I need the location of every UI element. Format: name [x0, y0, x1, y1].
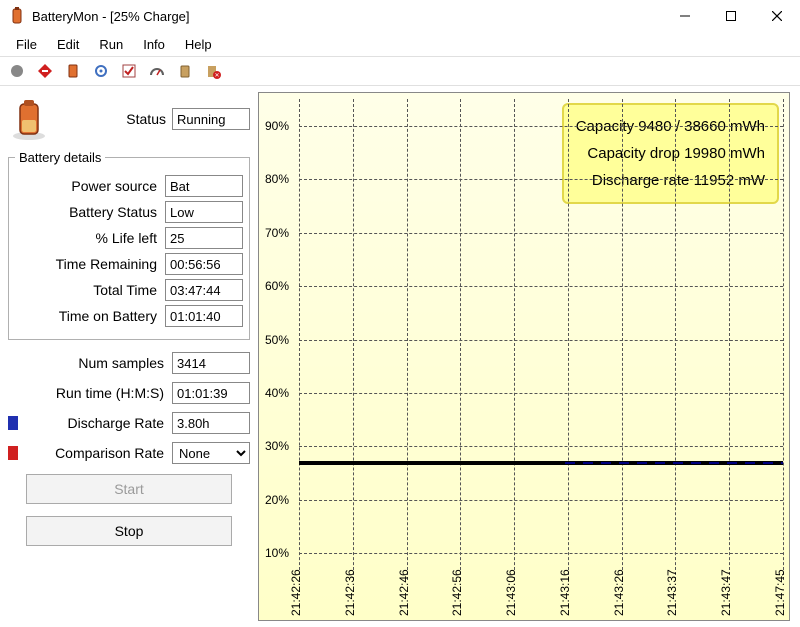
- x-tick-label: 21:42:46: [397, 569, 411, 616]
- time-on-battery-label: Time on Battery: [15, 308, 165, 324]
- gridline-v: [460, 99, 461, 580]
- close-button[interactable]: [754, 0, 800, 32]
- status-value: Running: [172, 108, 250, 130]
- discharge-swatch: [8, 416, 18, 430]
- menu-info[interactable]: Info: [133, 35, 175, 54]
- comparison-swatch: [8, 446, 18, 460]
- window-title: BatteryMon - [25% Charge]: [32, 9, 190, 24]
- stop-button[interactable]: Stop: [26, 516, 232, 546]
- overlay-discharge-rate: Discharge rate 11952 mW: [576, 167, 765, 194]
- gridline-h: [299, 286, 783, 287]
- check-icon[interactable]: [116, 59, 142, 83]
- battery2-icon[interactable]: [172, 59, 198, 83]
- overlay-capacity-drop: Capacity drop 19980 mWh: [576, 140, 765, 167]
- comparison-rate-select[interactable]: None: [172, 442, 250, 464]
- y-tick-label: 20%: [265, 493, 289, 507]
- gridline-h: [299, 126, 783, 127]
- total-time-value: 03:47:44: [165, 279, 243, 301]
- record-icon[interactable]: [4, 59, 30, 83]
- y-tick-label: 80%: [265, 172, 289, 186]
- menu-run[interactable]: Run: [89, 35, 133, 54]
- gridline-h: [299, 393, 783, 394]
- gridline-v: [729, 99, 730, 580]
- y-tick-label: 10%: [265, 546, 289, 560]
- battery-details-legend: Battery details: [15, 150, 105, 165]
- y-tick-label: 30%: [265, 439, 289, 453]
- num-samples-label: Num samples: [8, 355, 172, 371]
- x-tick-label: 21:43:37: [665, 569, 679, 616]
- gridline-h: [299, 179, 783, 180]
- gridline-v: [514, 99, 515, 580]
- battery-icon[interactable]: [60, 59, 86, 83]
- y-tick-label: 90%: [265, 119, 289, 133]
- gridline-h: [299, 233, 783, 234]
- comparison-rate-label: Comparison Rate: [22, 445, 172, 461]
- total-time-label: Total Time: [15, 282, 165, 298]
- gauge-icon[interactable]: [144, 59, 170, 83]
- left-panel: Status Running Battery details Power sou…: [0, 86, 256, 627]
- titlebar: BatteryMon - [25% Charge]: [0, 0, 800, 32]
- series-line-dash: [565, 462, 783, 464]
- gridline-v: [783, 99, 784, 580]
- y-tick-label: 70%: [265, 226, 289, 240]
- chart-overlay: Capacity 9480 / 38660 mWh Capacity drop …: [562, 103, 779, 204]
- power-source-label: Power source: [15, 178, 165, 194]
- gridline-v: [622, 99, 623, 580]
- num-samples-value: 3414: [172, 352, 250, 374]
- run-time-value: 01:01:39: [172, 382, 250, 404]
- discharge-rate-value: 3.80h: [172, 412, 250, 434]
- status-label: Status: [58, 111, 172, 127]
- battery-status-value: Low: [165, 201, 243, 223]
- gridline-v: [568, 99, 569, 580]
- gridline-h: [299, 446, 783, 447]
- menu-help[interactable]: Help: [175, 35, 222, 54]
- power-source-value: Bat: [165, 175, 243, 197]
- gridline-h: [299, 340, 783, 341]
- x-tick-label: 21:42:26: [289, 569, 303, 616]
- time-on-battery-value: 01:01:40: [165, 305, 243, 327]
- menu-edit[interactable]: Edit: [47, 35, 89, 54]
- y-tick-label: 40%: [265, 386, 289, 400]
- x-tick-label: 21:43:47: [719, 569, 733, 616]
- gridline-h: [299, 553, 783, 554]
- toolbar: ✕: [0, 56, 800, 86]
- y-tick-label: 60%: [265, 279, 289, 293]
- maximize-button[interactable]: [708, 0, 754, 32]
- x-tick-label: 21:42:56: [450, 569, 464, 616]
- battery-big-icon: [8, 98, 50, 140]
- x-tick-label: 21:42:36: [343, 569, 357, 616]
- discharge-rate-label: Discharge Rate: [22, 415, 172, 431]
- run-time-label: Run time (H:M:S): [8, 385, 172, 401]
- gridline-v: [353, 99, 354, 580]
- app-icon: [8, 7, 26, 25]
- gridline-v: [299, 99, 300, 580]
- x-tick-label: 21:43:06: [504, 569, 518, 616]
- life-left-value: 25: [165, 227, 243, 249]
- warning-icon[interactable]: ✕: [200, 59, 226, 83]
- menubar: File Edit Run Info Help: [0, 32, 800, 56]
- menu-file[interactable]: File: [6, 35, 47, 54]
- gridline-v: [407, 99, 408, 580]
- battery-details-group: Battery details Power sourceBat Battery …: [8, 150, 250, 340]
- battery-status-label: Battery Status: [15, 204, 165, 220]
- minimize-button[interactable]: [662, 0, 708, 32]
- gear-icon[interactable]: [88, 59, 114, 83]
- svg-text:✕: ✕: [214, 73, 219, 79]
- x-tick-label: 21:43:26: [612, 569, 626, 616]
- x-tick-label: 21:43:16: [558, 569, 572, 616]
- chart-area: Capacity 9480 / 38660 mWh Capacity drop …: [258, 92, 790, 621]
- y-tick-label: 50%: [265, 333, 289, 347]
- life-left-label: % Life left: [15, 230, 165, 246]
- x-tick-label: 21:47:45: [773, 569, 787, 616]
- time-remaining-value: 00:56:56: [165, 253, 243, 275]
- chart-panel: Capacity 9480 / 38660 mWh Capacity drop …: [256, 86, 800, 627]
- stop-icon[interactable]: [32, 59, 58, 83]
- time-remaining-label: Time Remaining: [15, 256, 165, 272]
- start-button[interactable]: Start: [26, 474, 232, 504]
- gridline-h: [299, 500, 783, 501]
- gridline-v: [675, 99, 676, 580]
